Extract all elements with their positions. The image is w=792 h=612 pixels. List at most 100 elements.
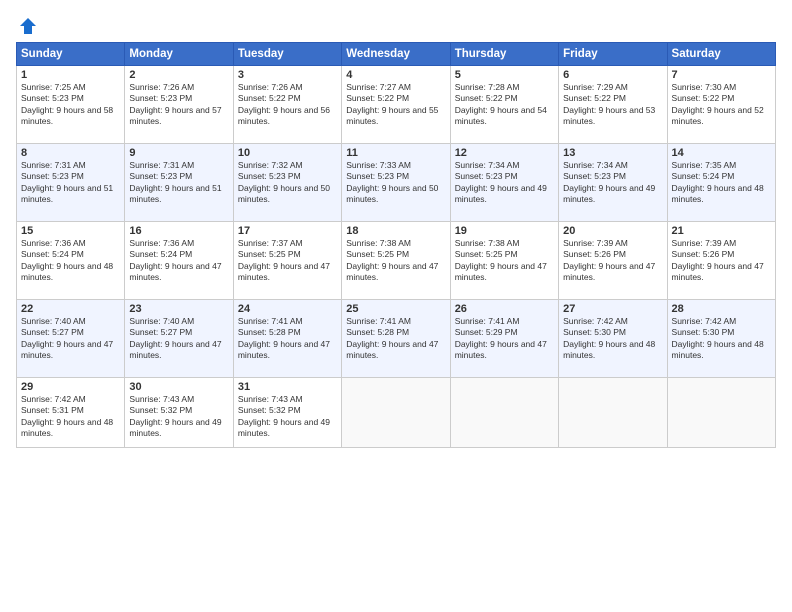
calendar-day-cell: 12Sunrise: 7:34 AMSunset: 5:23 PMDayligh… [450, 144, 558, 222]
day-number: 25 [346, 303, 445, 315]
day-info: Sunrise: 7:27 AMSunset: 5:22 PMDaylight:… [346, 82, 445, 128]
calendar-day-cell: 9Sunrise: 7:31 AMSunset: 5:23 PMDaylight… [125, 144, 233, 222]
day-info: Sunrise: 7:28 AMSunset: 5:22 PMDaylight:… [455, 82, 554, 128]
day-number: 15 [21, 225, 120, 237]
calendar-day-cell: 17Sunrise: 7:37 AMSunset: 5:25 PMDayligh… [233, 222, 341, 300]
day-number: 26 [455, 303, 554, 315]
calendar-day-cell: 31Sunrise: 7:43 AMSunset: 5:32 PMDayligh… [233, 378, 341, 448]
calendar-day-cell: 3Sunrise: 7:26 AMSunset: 5:22 PMDaylight… [233, 66, 341, 144]
day-info: Sunrise: 7:32 AMSunset: 5:23 PMDaylight:… [238, 160, 337, 206]
calendar-day-cell [450, 378, 558, 448]
calendar-day-cell: 15Sunrise: 7:36 AMSunset: 5:24 PMDayligh… [17, 222, 125, 300]
day-info: Sunrise: 7:29 AMSunset: 5:22 PMDaylight:… [563, 82, 662, 128]
day-info: Sunrise: 7:36 AMSunset: 5:24 PMDaylight:… [21, 238, 120, 284]
day-info: Sunrise: 7:34 AMSunset: 5:23 PMDaylight:… [455, 160, 554, 206]
day-info: Sunrise: 7:26 AMSunset: 5:22 PMDaylight:… [238, 82, 337, 128]
day-number: 4 [346, 69, 445, 81]
calendar-day-cell: 29Sunrise: 7:42 AMSunset: 5:31 PMDayligh… [17, 378, 125, 448]
calendar-day-cell: 7Sunrise: 7:30 AMSunset: 5:22 PMDaylight… [667, 66, 775, 144]
calendar-day-cell: 11Sunrise: 7:33 AMSunset: 5:23 PMDayligh… [342, 144, 450, 222]
day-number: 23 [129, 303, 228, 315]
day-info: Sunrise: 7:43 AMSunset: 5:32 PMDaylight:… [238, 394, 337, 440]
calendar-day-cell: 6Sunrise: 7:29 AMSunset: 5:22 PMDaylight… [559, 66, 667, 144]
day-number: 12 [455, 147, 554, 159]
calendar-day-cell: 8Sunrise: 7:31 AMSunset: 5:23 PMDaylight… [17, 144, 125, 222]
day-info: Sunrise: 7:40 AMSunset: 5:27 PMDaylight:… [129, 316, 228, 362]
day-number: 8 [21, 147, 120, 159]
logo [16, 16, 38, 32]
day-number: 2 [129, 69, 228, 81]
day-info: Sunrise: 7:25 AMSunset: 5:23 PMDaylight:… [21, 82, 120, 128]
day-number: 28 [672, 303, 771, 315]
day-number: 29 [21, 381, 120, 393]
day-info: Sunrise: 7:33 AMSunset: 5:23 PMDaylight:… [346, 160, 445, 206]
day-info: Sunrise: 7:34 AMSunset: 5:23 PMDaylight:… [563, 160, 662, 206]
day-number: 11 [346, 147, 445, 159]
day-number: 14 [672, 147, 771, 159]
calendar-day-cell: 30Sunrise: 7:43 AMSunset: 5:32 PMDayligh… [125, 378, 233, 448]
calendar-day-cell: 26Sunrise: 7:41 AMSunset: 5:29 PMDayligh… [450, 300, 558, 378]
weekday-header-tuesday: Tuesday [233, 43, 341, 66]
calendar-day-cell: 16Sunrise: 7:36 AMSunset: 5:24 PMDayligh… [125, 222, 233, 300]
day-info: Sunrise: 7:39 AMSunset: 5:26 PMDaylight:… [672, 238, 771, 284]
day-info: Sunrise: 7:38 AMSunset: 5:25 PMDaylight:… [346, 238, 445, 284]
calendar-week-row: 1Sunrise: 7:25 AMSunset: 5:23 PMDaylight… [17, 66, 776, 144]
calendar-day-cell: 18Sunrise: 7:38 AMSunset: 5:25 PMDayligh… [342, 222, 450, 300]
day-info: Sunrise: 7:31 AMSunset: 5:23 PMDaylight:… [129, 160, 228, 206]
day-number: 22 [21, 303, 120, 315]
calendar-week-row: 29Sunrise: 7:42 AMSunset: 5:31 PMDayligh… [17, 378, 776, 448]
calendar-table: SundayMondayTuesdayWednesdayThursdayFrid… [16, 42, 776, 448]
calendar-day-cell [559, 378, 667, 448]
day-info: Sunrise: 7:31 AMSunset: 5:23 PMDaylight:… [21, 160, 120, 206]
calendar-day-cell: 24Sunrise: 7:41 AMSunset: 5:28 PMDayligh… [233, 300, 341, 378]
calendar-day-cell: 4Sunrise: 7:27 AMSunset: 5:22 PMDaylight… [342, 66, 450, 144]
calendar-day-cell: 22Sunrise: 7:40 AMSunset: 5:27 PMDayligh… [17, 300, 125, 378]
day-number: 16 [129, 225, 228, 237]
day-number: 19 [455, 225, 554, 237]
day-number: 20 [563, 225, 662, 237]
calendar-day-cell: 2Sunrise: 7:26 AMSunset: 5:23 PMDaylight… [125, 66, 233, 144]
day-info: Sunrise: 7:41 AMSunset: 5:29 PMDaylight:… [455, 316, 554, 362]
weekday-header-monday: Monday [125, 43, 233, 66]
day-info: Sunrise: 7:35 AMSunset: 5:24 PMDaylight:… [672, 160, 771, 206]
day-info: Sunrise: 7:43 AMSunset: 5:32 PMDaylight:… [129, 394, 228, 440]
day-info: Sunrise: 7:41 AMSunset: 5:28 PMDaylight:… [346, 316, 445, 362]
day-number: 13 [563, 147, 662, 159]
calendar-day-cell: 19Sunrise: 7:38 AMSunset: 5:25 PMDayligh… [450, 222, 558, 300]
day-number: 5 [455, 69, 554, 81]
calendar-day-cell: 5Sunrise: 7:28 AMSunset: 5:22 PMDaylight… [450, 66, 558, 144]
day-number: 1 [21, 69, 120, 81]
day-info: Sunrise: 7:26 AMSunset: 5:23 PMDaylight:… [129, 82, 228, 128]
logo-icon [18, 16, 38, 36]
day-info: Sunrise: 7:37 AMSunset: 5:25 PMDaylight:… [238, 238, 337, 284]
header [16, 16, 776, 32]
day-info: Sunrise: 7:38 AMSunset: 5:25 PMDaylight:… [455, 238, 554, 284]
day-number: 27 [563, 303, 662, 315]
day-number: 10 [238, 147, 337, 159]
day-info: Sunrise: 7:36 AMSunset: 5:24 PMDaylight:… [129, 238, 228, 284]
day-number: 9 [129, 147, 228, 159]
calendar-day-cell: 21Sunrise: 7:39 AMSunset: 5:26 PMDayligh… [667, 222, 775, 300]
calendar-week-row: 22Sunrise: 7:40 AMSunset: 5:27 PMDayligh… [17, 300, 776, 378]
calendar-day-cell [342, 378, 450, 448]
calendar-week-row: 8Sunrise: 7:31 AMSunset: 5:23 PMDaylight… [17, 144, 776, 222]
day-number: 7 [672, 69, 771, 81]
weekday-header-row: SundayMondayTuesdayWednesdayThursdayFrid… [17, 43, 776, 66]
calendar-day-cell [667, 378, 775, 448]
weekday-header-saturday: Saturday [667, 43, 775, 66]
day-info: Sunrise: 7:42 AMSunset: 5:30 PMDaylight:… [672, 316, 771, 362]
weekday-header-sunday: Sunday [17, 43, 125, 66]
day-number: 6 [563, 69, 662, 81]
calendar-day-cell: 25Sunrise: 7:41 AMSunset: 5:28 PMDayligh… [342, 300, 450, 378]
calendar-week-row: 15Sunrise: 7:36 AMSunset: 5:24 PMDayligh… [17, 222, 776, 300]
day-number: 24 [238, 303, 337, 315]
calendar-day-cell: 27Sunrise: 7:42 AMSunset: 5:30 PMDayligh… [559, 300, 667, 378]
calendar-day-cell: 20Sunrise: 7:39 AMSunset: 5:26 PMDayligh… [559, 222, 667, 300]
calendar-day-cell: 13Sunrise: 7:34 AMSunset: 5:23 PMDayligh… [559, 144, 667, 222]
day-number: 21 [672, 225, 771, 237]
day-number: 3 [238, 69, 337, 81]
day-info: Sunrise: 7:42 AMSunset: 5:31 PMDaylight:… [21, 394, 120, 440]
weekday-header-thursday: Thursday [450, 43, 558, 66]
calendar-day-cell: 14Sunrise: 7:35 AMSunset: 5:24 PMDayligh… [667, 144, 775, 222]
day-info: Sunrise: 7:40 AMSunset: 5:27 PMDaylight:… [21, 316, 120, 362]
